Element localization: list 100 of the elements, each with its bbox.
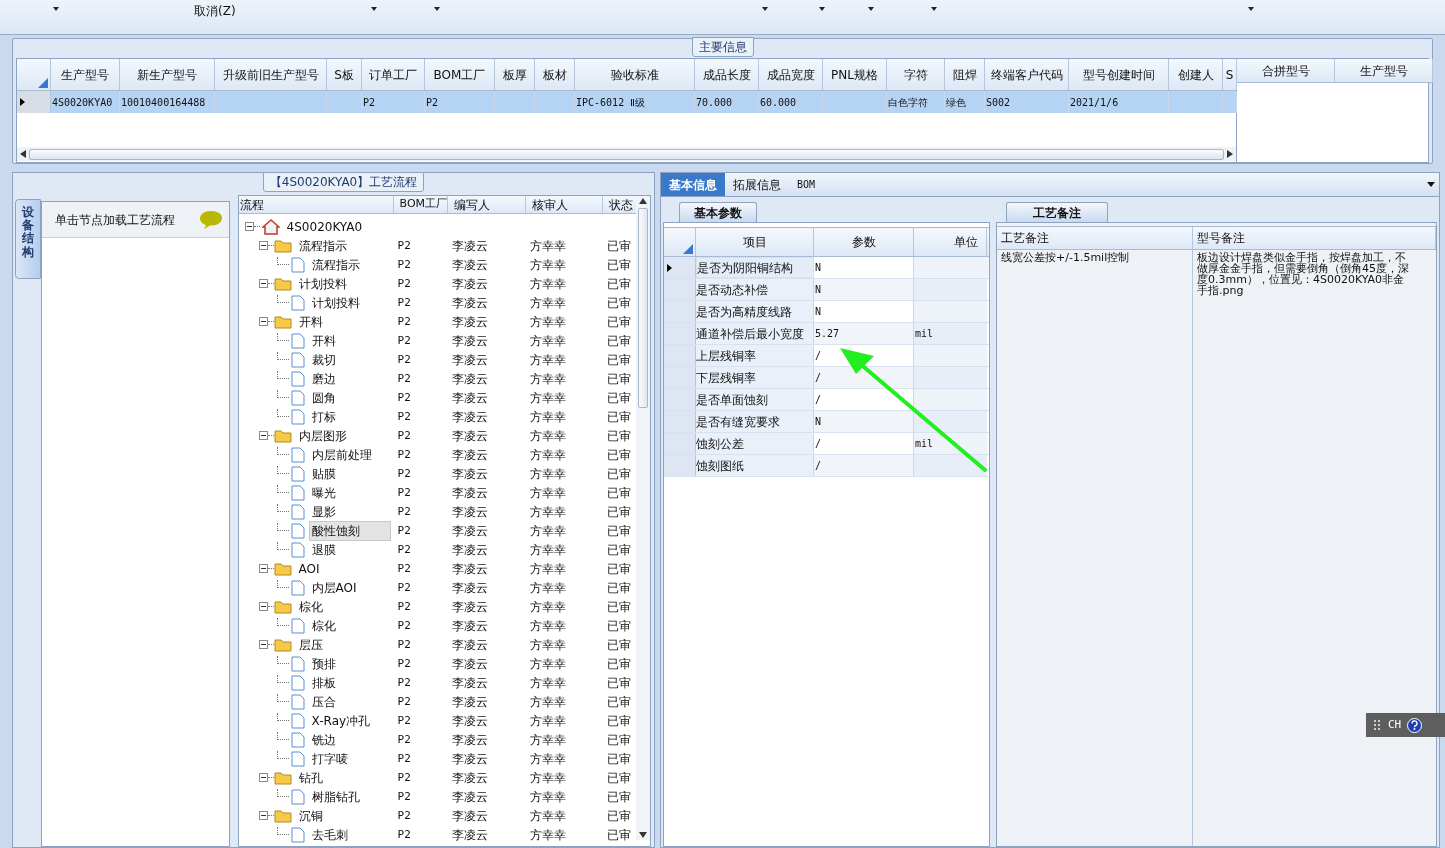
- scroll-thumb[interactable]: [29, 148, 1224, 160]
- column-header[interactable]: 成品宽度: [759, 59, 823, 90]
- caret-icon[interactable]: [1248, 7, 1254, 11]
- tree-node[interactable]: 层压: [295, 634, 326, 655]
- table-row[interactable]: 蚀刻图纸 /: [664, 455, 989, 477]
- column-header[interactable]: PNL规格: [823, 59, 887, 90]
- caret-icon[interactable]: [931, 7, 937, 11]
- column-header[interactable]: 型号创建时间: [1069, 59, 1169, 90]
- collapse-icon[interactable]: [258, 564, 268, 573]
- tree-node[interactable]: 裁切: [308, 349, 339, 370]
- column-header[interactable]: 工艺备注: [997, 227, 1193, 249]
- vertical-scrollbar[interactable]: [636, 196, 650, 840]
- scroll-up-icon[interactable]: [639, 198, 647, 204]
- table-row[interactable]: 是否为阴阳铜结构 N: [664, 257, 989, 279]
- table-row[interactable]: 是否单面蚀刻 /: [664, 389, 989, 411]
- language-bar[interactable]: CH: [1366, 713, 1445, 737]
- table-row[interactable]: 下层残铜率 /: [664, 367, 989, 389]
- column-header[interactable]: 字符: [887, 59, 945, 90]
- grip-icon[interactable]: [1374, 720, 1382, 730]
- tree-node[interactable]: 内层AOI: [308, 577, 360, 598]
- tab[interactable]: 基本信息: [661, 173, 725, 196]
- tab[interactable]: 拓展信息: [725, 173, 789, 196]
- collapse-icon[interactable]: [258, 431, 268, 440]
- tree-node[interactable]: 内层前处理: [308, 444, 375, 465]
- table-row[interactable]: 通道补偿后最小宽度 5.27 mil: [664, 323, 989, 345]
- column-header[interactable]: 成品长度: [695, 59, 759, 90]
- tree-node[interactable]: 棕化: [308, 615, 339, 636]
- horizontal-scrollbar[interactable]: [17, 147, 1236, 161]
- collapse-icon[interactable]: [258, 811, 268, 820]
- column-header[interactable]: 新生产型号: [120, 59, 215, 90]
- tree-node[interactable]: 沉铜: [295, 805, 326, 826]
- table-row[interactable]: 是否动态补偿 N: [664, 279, 989, 301]
- table-row[interactable]: 是否有缝宽要求 N: [664, 411, 989, 433]
- table-row[interactable]: 蚀刻公差 / mil: [664, 433, 989, 455]
- tree-node[interactable]: 贴膜: [308, 463, 339, 484]
- dropdown-caret-icon[interactable]: [1427, 182, 1435, 187]
- column-header[interactable]: 编写人: [447, 196, 526, 213]
- column-header[interactable]: BOM工厂: [393, 196, 448, 213]
- tree-node[interactable]: 流程指示: [308, 254, 363, 275]
- tree-node[interactable]: 开料: [308, 330, 339, 351]
- tree-node[interactable]: 退膜: [308, 539, 339, 560]
- column-header[interactable]: 生产型号: [51, 59, 120, 90]
- caret-icon[interactable]: [53, 7, 59, 11]
- column-header[interactable]: 终端客户代码: [985, 59, 1069, 90]
- tree-node[interactable]: 酸性蚀刻: [308, 520, 391, 541]
- collapse-icon[interactable]: [258, 317, 268, 326]
- column-header[interactable]: 生产型号: [1335, 59, 1433, 82]
- scroll-down-icon[interactable]: [639, 832, 647, 838]
- column-header[interactable]: 参数: [814, 228, 914, 256]
- column-header[interactable]: 单位: [914, 228, 987, 256]
- collapse-icon[interactable]: [244, 222, 254, 231]
- tree-node[interactable]: X-Ray冲孔: [308, 710, 374, 731]
- collapse-icon[interactable]: [258, 602, 268, 611]
- side-tab[interactable]: 设备结构: [15, 199, 41, 279]
- caret-icon[interactable]: [868, 7, 874, 11]
- tree-node[interactable]: 流程指示: [295, 235, 350, 256]
- tree-node[interactable]: 曝光: [308, 482, 339, 503]
- tree-node[interactable]: 树脂钻孔: [308, 786, 363, 807]
- column-header[interactable]: S板: [327, 59, 362, 90]
- scroll-left-icon[interactable]: [20, 150, 26, 158]
- tree-node[interactable]: 计划投料: [295, 273, 350, 294]
- tree-node[interactable]: 预排: [308, 653, 339, 674]
- tree-node[interactable]: 压合: [308, 691, 339, 712]
- column-header[interactable]: 板材: [535, 59, 575, 90]
- panel-tab[interactable]: 基本参数: [679, 202, 757, 222]
- caret-icon[interactable]: [762, 7, 768, 11]
- caret-icon[interactable]: [371, 7, 377, 11]
- column-header[interactable]: 升级前旧生产型号: [215, 59, 327, 90]
- column-header[interactable]: 订单工厂: [362, 59, 425, 90]
- collapse-icon[interactable]: [258, 279, 268, 288]
- tree-node[interactable]: 棕化: [295, 596, 326, 617]
- tree-node[interactable]: 圆角: [308, 387, 339, 408]
- column-header[interactable]: 流程: [238, 196, 394, 213]
- panel-tab[interactable]: 工艺备注: [1006, 202, 1108, 222]
- table-row[interactable]: 是否为高精度线路 N: [664, 301, 989, 323]
- tree-node[interactable]: 内层图形: [295, 425, 350, 446]
- tree-node[interactable]: 排板: [308, 672, 339, 693]
- column-header[interactable]: 板厚: [495, 59, 535, 90]
- tree-node[interactable]: 显影: [308, 501, 339, 522]
- caret-icon[interactable]: [819, 7, 825, 11]
- collapse-icon[interactable]: [258, 640, 268, 649]
- scroll-right-icon[interactable]: [1227, 150, 1233, 158]
- tree-node[interactable]: 铣边: [308, 729, 339, 750]
- scroll-thumb[interactable]: [638, 208, 648, 408]
- tree-node[interactable]: 开料: [295, 311, 326, 332]
- caret-icon[interactable]: [434, 7, 440, 11]
- column-header[interactable]: 核审人: [525, 196, 603, 213]
- tree-node[interactable]: 4S0020KYA0: [283, 216, 366, 237]
- cancel-button[interactable]: 取消(Z): [192, 2, 238, 20]
- column-header[interactable]: 验收标准: [575, 59, 695, 90]
- tree-node[interactable]: 打标: [308, 406, 339, 427]
- column-header[interactable]: 阻焊: [945, 59, 985, 90]
- collapse-icon[interactable]: [258, 241, 268, 250]
- tree-node[interactable]: AOI: [295, 558, 323, 579]
- tree-node[interactable]: 钻孔: [295, 767, 326, 788]
- table-row[interactable]: 4S0020KYA0 10010400164488 P2 P2 IPC-6012 Ⅱ级 70.000 60.000 白色字符 绿色 S002 2021/1/6: [17, 91, 1236, 113]
- tree-node[interactable]: 磨边: [308, 368, 339, 389]
- column-header[interactable]: BOM工厂: [425, 59, 495, 90]
- help-icon[interactable]: [1407, 717, 1423, 733]
- tab[interactable]: BOM: [789, 173, 824, 196]
